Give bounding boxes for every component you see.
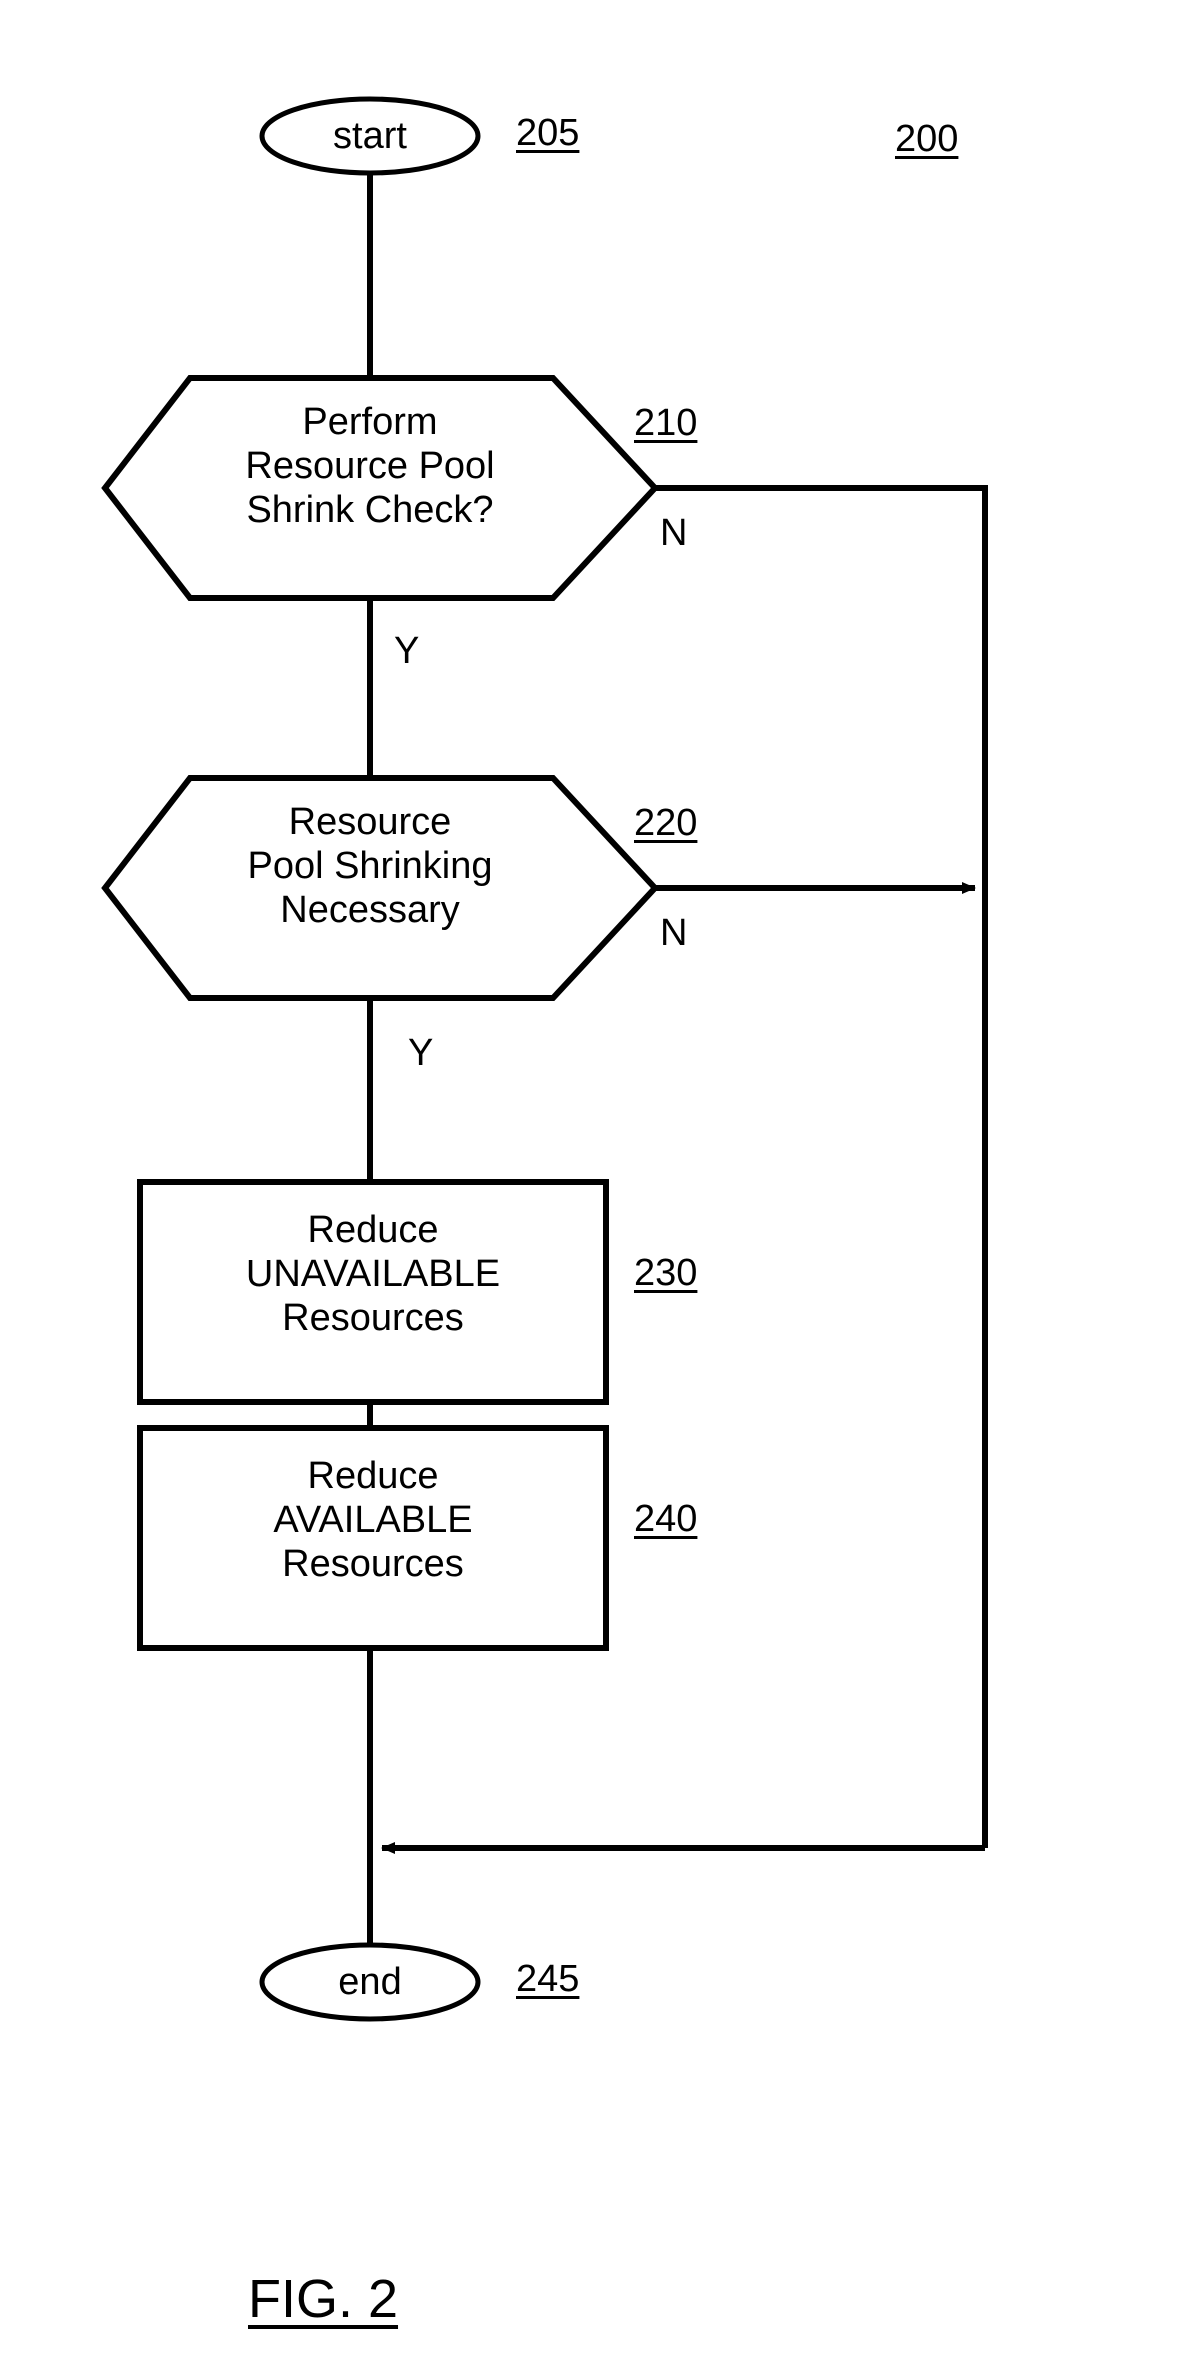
process-230-shape	[137, 1179, 609, 1405]
flowchart-graphics	[101, 96, 988, 2022]
end-node-shape	[259, 1942, 481, 2022]
decision-210-no-label: N	[660, 512, 688, 554]
decision-210-shape	[101, 375, 660, 601]
connector-210-no-branch	[655, 485, 988, 1848]
process-240-ref: 240	[634, 1498, 698, 1540]
decision-220-ref: 220	[634, 802, 698, 844]
figure-ref-number: 200	[895, 118, 959, 160]
patent-figure-2: start 205 200 Perform Resource Pool Shri…	[0, 0, 1197, 2370]
decision-210-ref: 210	[634, 402, 698, 444]
end-node-ref: 245	[516, 1958, 580, 2000]
figure-caption: FIG. 2	[248, 2269, 399, 2329]
process-240-shape	[137, 1425, 609, 1651]
start-node-shape	[259, 96, 481, 176]
start-node-ref: 205	[516, 112, 580, 154]
process-230-ref: 230	[634, 1252, 698, 1294]
decision-220-no-label: N	[660, 912, 688, 954]
decision-220-yes-label: Y	[408, 1032, 434, 1074]
decision-220-shape	[101, 775, 660, 1001]
decision-210-yes-label: Y	[394, 630, 420, 672]
